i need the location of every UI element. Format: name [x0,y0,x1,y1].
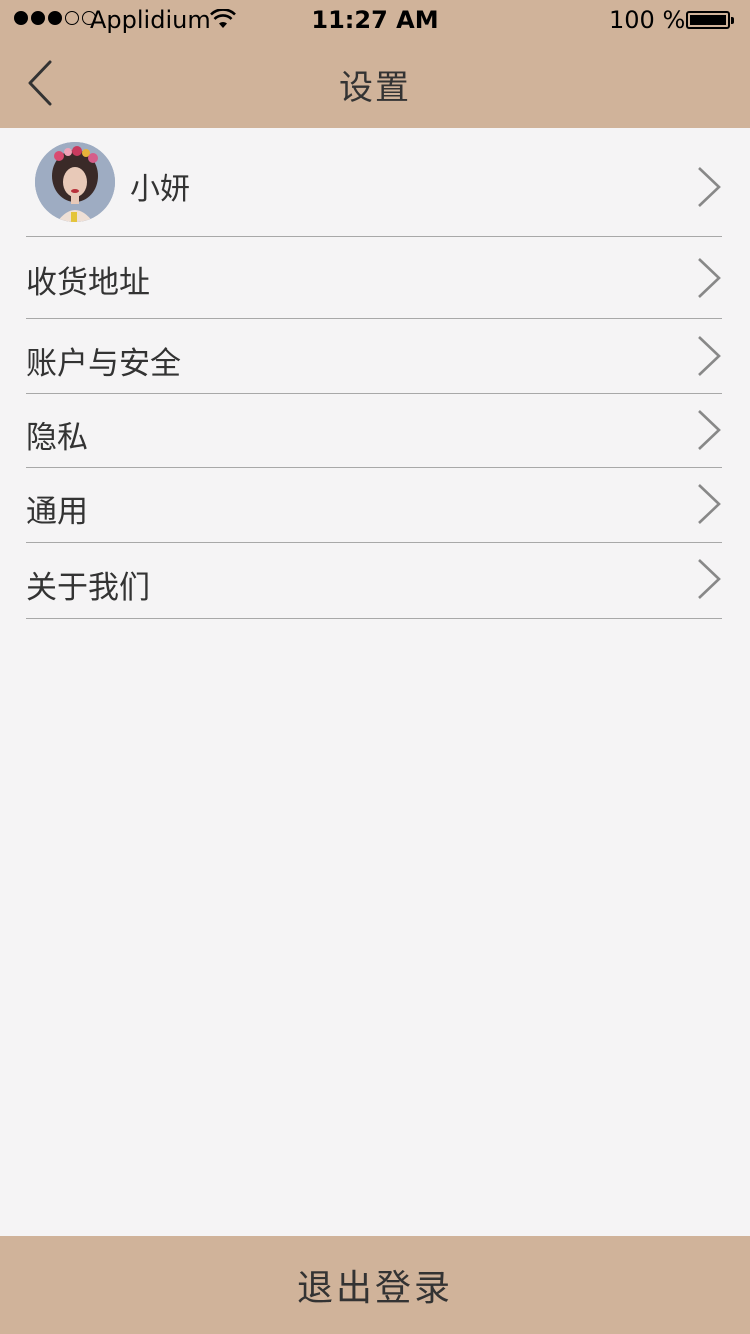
chevron-right-icon [698,484,721,524]
profile-name: 小妍 [130,172,190,207]
chevron-right-icon [698,258,721,298]
menu-item-about-us[interactable]: 关于我们 [26,543,722,619]
status-bar: Applidium 11:27 AM 100 % [0,0,750,40]
menu-item-label: 收货地址 [26,265,150,301]
logout-button[interactable]: 退出登录 [0,1236,750,1334]
menu-item-shipping-address[interactable]: 收货地址 [26,237,722,319]
menu-item-account-security[interactable]: 账户与安全 [26,319,722,394]
battery-icon [686,11,734,29]
profile-row[interactable]: 小妍 [26,128,722,237]
menu-item-label: 账户与安全 [26,346,181,382]
avatar [35,142,115,222]
menu-item-label: 隐私 [26,420,88,456]
page-title: 设置 [339,68,411,108]
menu-item-privacy[interactable]: 隐私 [26,394,722,468]
header-bar: Applidium 11:27 AM 100 % 设置 [0,0,750,128]
chevron-right-icon [698,410,721,450]
chevron-right-icon [698,167,721,207]
chevron-right-icon [698,559,721,599]
menu-item-label: 通用 [26,494,88,530]
chevron-right-icon [698,336,721,376]
menu-item-general[interactable]: 通用 [26,468,722,543]
battery-percentage: 100 % [609,6,686,34]
menu-item-label: 关于我们 [26,570,150,606]
